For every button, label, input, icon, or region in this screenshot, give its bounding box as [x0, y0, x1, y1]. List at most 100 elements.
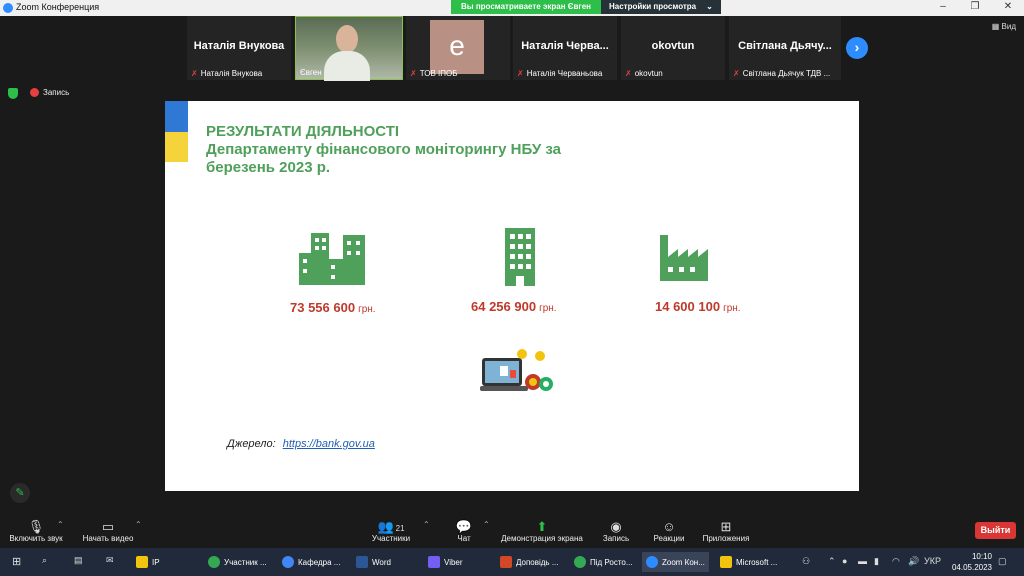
volume-icon[interactable]: 🔊 [908, 556, 919, 567]
taskbar-item-active[interactable]: Zoom Кон... [642, 552, 709, 572]
folder-icon [136, 556, 148, 568]
participant-tile[interactable]: Наталія Внукова ✗ Наталія Внукова [187, 16, 291, 80]
share-banner: Вы просматриваете экран Євген Настройки … [451, 0, 721, 14]
record-button[interactable]: ◉ Запись [598, 520, 634, 544]
unmute-button[interactable]: 🎙 Включить звук [8, 520, 64, 544]
participants-label: Участники [371, 534, 411, 543]
people-icon[interactable]: ⚇ [802, 556, 810, 567]
online-casino-illustration [480, 349, 553, 391]
windows-start-icon[interactable]: ⊞ [12, 555, 21, 568]
taskbar-item[interactable]: IP [132, 552, 164, 572]
participant-tile[interactable]: е ✗ ТОВ ІПОБ [406, 16, 510, 80]
amount-value: 73 556 600 [290, 300, 356, 315]
view-settings-button[interactable]: Настройки просмотра ⌄ [601, 0, 721, 14]
participant-label-text: ТОВ ІПОБ [419, 69, 458, 78]
zoom-tray-icon[interactable]: ● [842, 556, 847, 566]
explorer-icon [720, 556, 732, 568]
taskbar-item[interactable]: Кафедра ... [278, 552, 344, 572]
share-screen-label: Демонстрация экрана [501, 534, 583, 543]
windows-taskbar: ⊞ ⌕ ▤ ✉ IP Участник ... Кафедра ... Word… [0, 548, 1024, 576]
participant-avatar: е [430, 20, 484, 74]
start-video-button[interactable]: ▭ Начать видео [80, 519, 136, 544]
participant-name-big: Світлана Дьячу... [738, 40, 832, 52]
clock-date: 04.05.2023 [951, 563, 992, 572]
taskbar-item[interactable]: Word [352, 552, 395, 572]
participant-name-big: Наталія Черва... [521, 40, 609, 52]
participant-tile-active-speaker[interactable]: Євген [295, 16, 403, 81]
participant-name-big: okovtun [651, 40, 695, 52]
language-indicator[interactable]: УКР [924, 556, 941, 566]
apps-label: Приложения [702, 534, 750, 543]
source-link[interactable]: https://bank.gov.ua [283, 438, 375, 450]
notifications-icon[interactable]: ▢ [998, 556, 1007, 567]
clock[interactable]: 10:10 04.05.2023 [952, 551, 992, 573]
participant-label-text: Наталія Черваньова [526, 69, 603, 78]
amount-unit: грн. [723, 303, 741, 314]
city-buildings-icon [299, 233, 365, 285]
taskbar-item[interactable]: Microsoft ... [716, 552, 781, 572]
mic-muted-icon: ✗ [625, 69, 632, 78]
participant-label: ✗ Наталія Черваньова [517, 69, 602, 78]
search-icon[interactable]: ⌕ [42, 555, 47, 566]
participant-label: ✗ Світлана Дьячук ТДВ ... [733, 69, 830, 78]
annotate-pen-icon[interactable]: ✎ [10, 483, 30, 503]
chat-label: Чат [457, 534, 471, 543]
zoom-logo-icon [3, 3, 13, 13]
viewing-screen-label: Вы просматриваете экран Євген [451, 0, 601, 14]
zoom-icon [646, 556, 658, 568]
mic-muted-icon: ✗ [410, 69, 417, 78]
leave-button[interactable]: Выйти [975, 522, 1016, 539]
taskbar-item-label: Доповідь ... [516, 557, 559, 567]
restore-icon[interactable]: ❐ [967, 1, 983, 12]
participant-label: ✗ okovtun [625, 69, 663, 78]
mic-muted-icon: ✗ [517, 69, 524, 78]
chat-options-chevron-icon[interactable]: ⌃ [483, 520, 490, 529]
participants-button[interactable]: 👥 21 Участники [368, 520, 414, 544]
audio-options-chevron-icon[interactable]: ⌃ [57, 520, 64, 529]
chat-button[interactable]: 💬 Чат [446, 519, 482, 544]
amount-1: 73 556 600 грн. [290, 300, 376, 315]
wifi-icon[interactable]: ◠ [892, 556, 900, 567]
chevron-down-icon: ⌄ [706, 2, 713, 11]
view-button[interactable]: ▦ Вид [992, 22, 1016, 31]
amount-value: 14 600 100 [655, 299, 721, 314]
minimize-icon[interactable]: – [935, 1, 951, 12]
network-icon[interactable]: ▬ [858, 556, 867, 566]
participant-tile[interactable]: Світлана Дьячу... ✗ Світлана Дьячук ТДВ .… [729, 16, 841, 80]
taskbar-item[interactable]: Участник ... [204, 552, 271, 572]
amount-unit: грн. [539, 303, 557, 314]
mic-muted-icon: ✗ [733, 69, 740, 78]
participant-tile[interactable]: Наталія Черва... ✗ Наталія Черваньова [513, 16, 617, 80]
participants-options-chevron-icon[interactable]: ⌃ [423, 520, 430, 529]
window-title: Zoom Конференция [16, 2, 100, 12]
body [324, 51, 370, 81]
battery-icon[interactable]: ▮ [874, 556, 879, 567]
video-options-chevron-icon[interactable]: ⌃ [135, 520, 142, 529]
apps-button[interactable]: ⊞ Приложения [700, 519, 752, 544]
taskbar-item-label: Участник ... [224, 557, 267, 567]
participant-label-text: Наталія Внукова [200, 69, 263, 78]
participant-name-big: Наталія Внукова [193, 40, 285, 52]
next-participants-button[interactable]: › [846, 37, 868, 59]
participant-label-text: okovtun [634, 69, 663, 78]
task-view-icon[interactable]: ▤ [74, 555, 83, 566]
video-off-icon: ▭ [101, 519, 115, 534]
apps-icon: ⊞ [720, 519, 732, 534]
taskbar-item[interactable]: Доповідь ... [496, 552, 563, 572]
participant-label: ✗ Наталія Внукова [191, 69, 262, 78]
view-settings-label: Настройки просмотра [609, 2, 697, 11]
reactions-icon: ☺ [662, 519, 676, 534]
close-icon[interactable]: ✕ [1000, 1, 1016, 12]
taskbar-item[interactable]: Viber [424, 552, 467, 572]
reactions-button[interactable]: ☺ Реакции [650, 519, 688, 544]
share-screen-button[interactable]: ⬆ Демонстрация экрана [498, 520, 586, 544]
source-label: Джерело: [227, 438, 276, 450]
participant-tile[interactable]: okovtun ✗ okovtun [621, 16, 725, 80]
tray-chevron-up-icon[interactable]: ⌃ [828, 556, 836, 567]
mail-icon[interactable]: ✉ [106, 555, 114, 566]
slide-title-line2: Департаменту фінансового моніторингу НБУ… [206, 141, 561, 158]
taskbar-item-label: IP [152, 557, 160, 567]
chat-icon: 💬 [455, 519, 473, 534]
amount-value: 64 256 900 [471, 299, 537, 314]
taskbar-item[interactable]: Під Росто... [570, 552, 637, 572]
